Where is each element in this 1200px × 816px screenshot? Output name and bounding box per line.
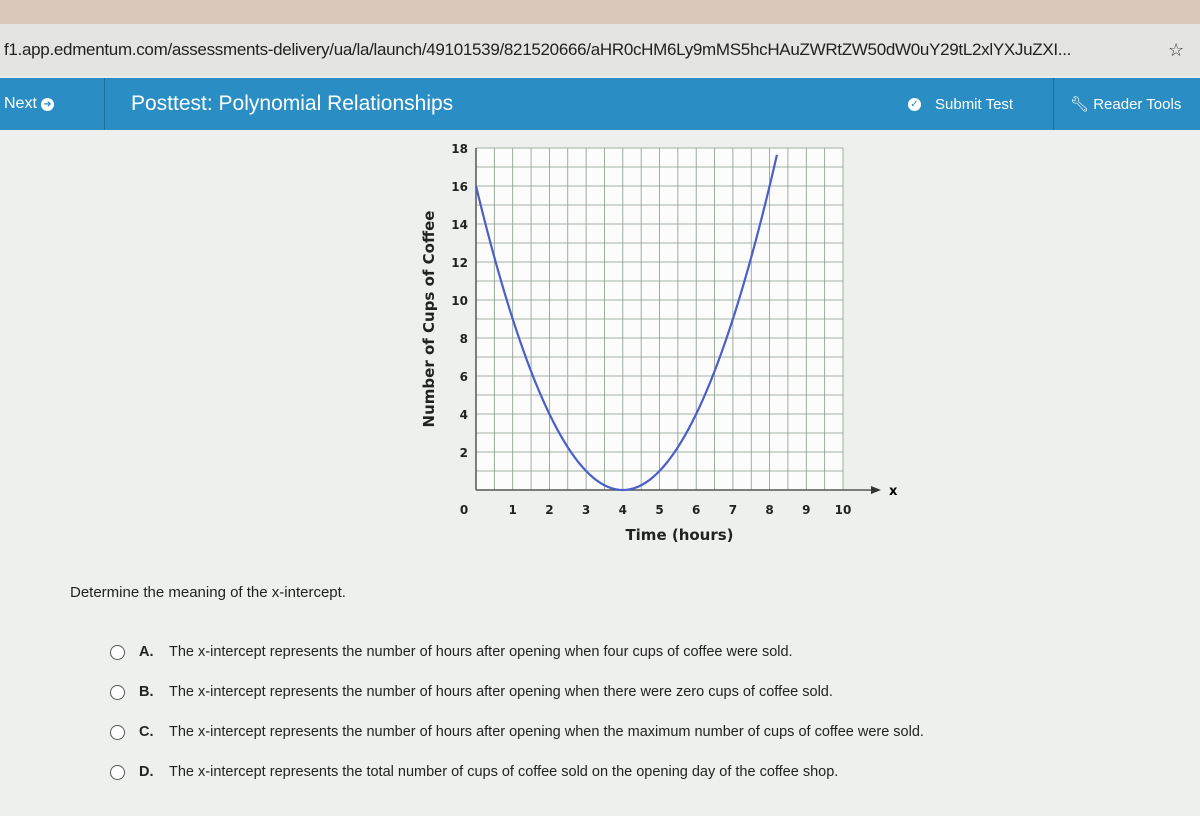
url-text[interactable]: f1.app.edmentum.com/assessments-delivery… bbox=[4, 40, 1164, 60]
option-letter: D. bbox=[139, 764, 154, 780]
reader-label: Reader Tools bbox=[1093, 96, 1182, 113]
browser-tab-strip bbox=[0, 0, 1200, 24]
next-label: Next bbox=[4, 95, 37, 112]
answer-option-b[interactable]: B. The x-intercept represents the number … bbox=[110, 684, 833, 700]
y-tick-label: 18 bbox=[451, 142, 468, 156]
x-tick-label: 4 bbox=[619, 503, 627, 517]
radio-button[interactable] bbox=[110, 684, 125, 700]
x-tick-label: 6 bbox=[692, 503, 700, 517]
radio-button[interactable] bbox=[110, 644, 125, 660]
arrow-right-icon: ➜ bbox=[40, 97, 54, 111]
x-tick-label: 8 bbox=[765, 503, 773, 517]
page-title: Posttest: Polynomial Relationships bbox=[131, 92, 454, 115]
x-tick-label: 2 bbox=[545, 503, 553, 517]
answer-option-a[interactable]: A. The x-intercept represents the number … bbox=[110, 644, 793, 660]
option-text: The x-intercept represents the number of… bbox=[169, 724, 924, 740]
option-letter: B. bbox=[139, 684, 154, 700]
y-tick-label: 6 bbox=[460, 370, 468, 384]
x-tick-label: 5 bbox=[655, 503, 663, 517]
x-tick-label: 7 bbox=[729, 503, 737, 517]
coffee-chart: x0 1 2 3 4 5 6 7 8 9 1024681012141618Time (hours)N… bbox=[420, 142, 898, 544]
question-prompt: Determine the meaning of the x-intercept… bbox=[70, 584, 346, 601]
option-letter: C. bbox=[139, 724, 154, 740]
x-tick-label: 1 bbox=[509, 503, 517, 517]
star-icon[interactable]: ☆ bbox=[1168, 40, 1184, 61]
radio-button[interactable] bbox=[110, 764, 125, 780]
x-tick-label: 10 bbox=[835, 503, 852, 517]
y-tick-label: 14 bbox=[451, 218, 468, 232]
submit-label: Submit Test bbox=[935, 95, 1014, 113]
y-tick-label: 16 bbox=[451, 180, 468, 194]
option-letter: A. bbox=[139, 644, 154, 660]
y-tick-label: 2 bbox=[460, 446, 468, 460]
check-circle-icon: ✓ bbox=[908, 97, 921, 111]
radio-button[interactable] bbox=[110, 724, 125, 740]
x-tick-label: 3 bbox=[582, 503, 590, 517]
next-button[interactable]: Next ➜ bbox=[0, 78, 105, 130]
test-header: Next ➜ Posttest: Polynomial Relationships… bbox=[0, 78, 1200, 130]
y-tick-label: 12 bbox=[451, 256, 468, 270]
y-tick-label: 10 bbox=[451, 294, 468, 308]
address-bar[interactable]: f1.app.edmentum.com/assessments-delivery… bbox=[0, 24, 1200, 76]
x-axis-label: Time (hours) bbox=[625, 526, 733, 544]
wrench-icon: 🔧︎ bbox=[1070, 96, 1090, 113]
y-tick-label: 4 bbox=[460, 408, 468, 422]
x-axis-symbol: x bbox=[889, 484, 898, 499]
y-axis-label: Number of Cups of Coffee bbox=[420, 211, 438, 428]
x-tick-label: 9 bbox=[802, 503, 810, 517]
x-axis-arrow bbox=[871, 486, 881, 494]
option-text: The x-intercept represents the number of… bbox=[169, 644, 793, 660]
submit-test-button[interactable]: ✓ Submit Test bbox=[908, 78, 1054, 130]
reader-tools-button[interactable]: 🔧︎ Reader Tools bbox=[1054, 95, 1200, 113]
answer-option-d[interactable]: D. The x-intercept represents the total n… bbox=[110, 764, 838, 780]
option-text: The x-intercept represents the number of… bbox=[169, 684, 833, 700]
x-tick-label: 0 bbox=[460, 503, 468, 517]
option-text: The x-intercept represents the total num… bbox=[169, 764, 839, 780]
y-tick-label: 8 bbox=[460, 332, 468, 346]
answer-option-c[interactable]: C. The x-intercept represents the number … bbox=[110, 724, 924, 740]
